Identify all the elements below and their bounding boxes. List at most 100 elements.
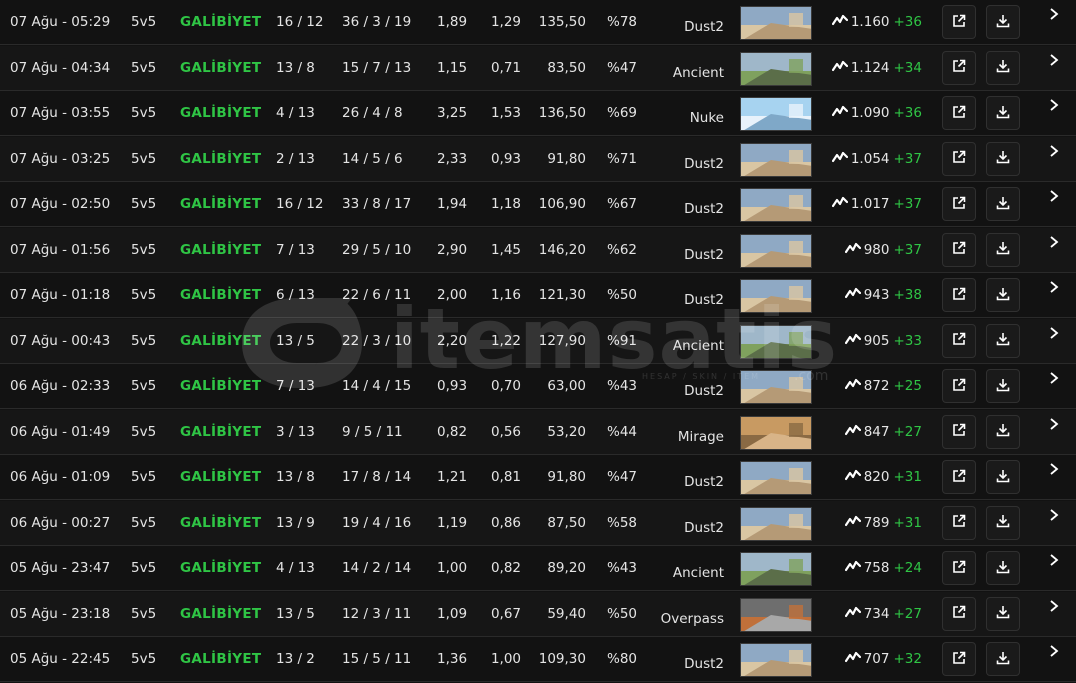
match-row[interactable]: 07 Ağu - 01:18 5v5 GALİBİYET 6 / 13 22 / 6 /… bbox=[0, 273, 1076, 318]
open-match-button[interactable] bbox=[942, 323, 976, 358]
match-damage: 127,90 bbox=[538, 332, 586, 349]
match-mode: 5v5 bbox=[131, 196, 157, 212]
map-thumbnail bbox=[740, 461, 812, 495]
match-row[interactable]: 05 Ağu - 23:47 5v5 GALİBİYET 4 / 13 14 / 2 /… bbox=[0, 546, 1076, 591]
open-match-button[interactable] bbox=[942, 5, 976, 39]
match-score: 13 / 8 bbox=[276, 469, 315, 485]
elo-value: 758 bbox=[863, 560, 890, 576]
match-kd-ratio: 1,00 bbox=[437, 560, 468, 576]
external-link-icon bbox=[952, 468, 966, 487]
match-row[interactable]: 07 Ağu - 02:50 5v5 GALİBİYET 16 / 12 33 / 8 … bbox=[0, 182, 1076, 227]
open-match-button[interactable] bbox=[942, 96, 976, 130]
download-demo-button[interactable] bbox=[986, 278, 1020, 312]
match-map-name: Dust2 bbox=[684, 292, 724, 308]
match-row[interactable]: 07 Ağu - 01:56 5v5 GALİBİYET 7 / 13 29 / 5 /… bbox=[0, 227, 1076, 273]
open-match-button[interactable] bbox=[942, 187, 976, 221]
download-demo-button[interactable] bbox=[986, 596, 1020, 631]
download-demo-button[interactable] bbox=[986, 551, 1020, 585]
match-kda: 29 / 5 / 10 bbox=[342, 241, 412, 258]
map-thumbnail bbox=[740, 415, 812, 450]
open-match-button[interactable] bbox=[942, 278, 976, 312]
match-kda: 14 / 2 / 14 bbox=[342, 560, 412, 576]
download-demo-button[interactable] bbox=[986, 642, 1020, 676]
download-demo-button[interactable] bbox=[986, 323, 1020, 358]
match-row[interactable]: 05 Ağu - 22:45 5v5 GALİBİYET 13 / 2 15 / 5 /… bbox=[0, 637, 1076, 682]
elo-cell: 1.054 +37 bbox=[820, 137, 922, 181]
open-match-button[interactable] bbox=[942, 642, 976, 676]
download-demo-button[interactable] bbox=[986, 505, 1020, 540]
download-demo-button[interactable] bbox=[986, 96, 1020, 130]
match-kda: 36 / 3 / 19 bbox=[342, 14, 412, 30]
download-demo-button[interactable] bbox=[986, 187, 1020, 221]
chevron-right-icon[interactable] bbox=[1046, 234, 1062, 250]
match-row[interactable]: 07 Ağu - 00:43 5v5 GALİBİYET 13 / 5 22 / 3 /… bbox=[0, 318, 1076, 364]
chevron-right-icon[interactable] bbox=[1046, 6, 1062, 22]
elo-change: +27 bbox=[893, 605, 923, 622]
match-kda: 14 / 5 / 6 bbox=[342, 150, 403, 167]
chevron-right-icon[interactable] bbox=[1046, 598, 1062, 614]
chevron-right-icon[interactable] bbox=[1046, 325, 1062, 341]
chevron-right-icon[interactable] bbox=[1046, 643, 1062, 659]
chevron-right-icon[interactable] bbox=[1046, 416, 1062, 432]
download-demo-button[interactable] bbox=[986, 414, 1020, 449]
chevron-right-icon[interactable] bbox=[1046, 279, 1062, 295]
match-kda: 17 / 8 / 14 bbox=[342, 469, 412, 485]
match-row[interactable]: 06 Ağu - 01:09 5v5 GALİBİYET 13 / 8 17 / 8 /… bbox=[0, 455, 1076, 500]
download-demo-button[interactable] bbox=[986, 369, 1020, 403]
match-row[interactable]: 06 Ağu - 01:49 5v5 GALİBİYET 3 / 13 9 / 5 / … bbox=[0, 409, 1076, 455]
open-match-button[interactable] bbox=[942, 369, 976, 403]
external-link-icon bbox=[952, 58, 966, 77]
elo-cell: 1.124 +34 bbox=[820, 46, 922, 90]
download-demo-button[interactable] bbox=[986, 141, 1020, 176]
open-match-button[interactable] bbox=[942, 460, 976, 494]
match-map-name: Dust2 bbox=[684, 474, 724, 490]
open-match-button[interactable] bbox=[942, 505, 976, 540]
match-row[interactable]: 07 Ağu - 03:55 5v5 GALİBİYET 4 / 13 26 / 4 /… bbox=[0, 91, 1076, 136]
open-match-button[interactable] bbox=[942, 141, 976, 176]
open-match-button[interactable] bbox=[942, 551, 976, 585]
chevron-right-icon[interactable] bbox=[1046, 143, 1062, 159]
match-row[interactable]: 06 Ağu - 00:27 5v5 GALİBİYET 13 / 9 19 / 4 /… bbox=[0, 500, 1076, 546]
match-damage: 146,20 bbox=[538, 241, 586, 258]
download-icon bbox=[996, 559, 1010, 578]
match-row[interactable]: 07 Ağu - 04:34 5v5 GALİBİYET 13 / 8 15 / 7 /… bbox=[0, 45, 1076, 91]
match-date: 07 Ağu - 00:43 bbox=[10, 332, 111, 349]
match-stat: 1,18 bbox=[490, 196, 521, 212]
open-match-button[interactable] bbox=[942, 50, 976, 85]
download-demo-button[interactable] bbox=[986, 460, 1020, 494]
open-match-button[interactable] bbox=[942, 414, 976, 449]
chevron-right-icon[interactable] bbox=[1046, 52, 1062, 68]
trend-line-icon bbox=[831, 137, 848, 181]
match-map-name: Ancient bbox=[672, 64, 724, 81]
match-row[interactable]: 06 Ağu - 02:33 5v5 GALİBİYET 7 / 13 14 / 4 /… bbox=[0, 364, 1076, 409]
match-result: GALİBİYET bbox=[180, 14, 262, 30]
download-icon bbox=[996, 104, 1010, 123]
match-kd-ratio: 2,33 bbox=[437, 150, 468, 167]
trend-line-icon bbox=[844, 546, 861, 590]
match-damage: 136,50 bbox=[538, 105, 586, 121]
match-row[interactable]: 07 Ağu - 03:25 5v5 GALİBİYET 2 / 13 14 / 5 /… bbox=[0, 136, 1076, 182]
elo-change: +36 bbox=[893, 105, 923, 121]
match-date: 07 Ağu - 04:34 bbox=[10, 59, 111, 76]
match-row[interactable]: 07 Ağu - 05:29 5v5 GALİBİYET 16 / 12 36 / 3 … bbox=[0, 0, 1076, 45]
chevron-right-icon[interactable] bbox=[1046, 507, 1062, 523]
chevron-right-icon[interactable] bbox=[1046, 188, 1062, 204]
chevron-right-icon[interactable] bbox=[1046, 461, 1062, 477]
chevron-right-icon[interactable] bbox=[1046, 370, 1062, 386]
map-thumbnail bbox=[740, 552, 812, 586]
download-demo-button[interactable] bbox=[986, 5, 1020, 39]
match-damage: 87,50 bbox=[547, 514, 586, 531]
chevron-right-icon[interactable] bbox=[1046, 97, 1062, 113]
match-stat: 1,00 bbox=[490, 651, 521, 667]
match-kd-ratio: 1,36 bbox=[437, 651, 468, 667]
open-match-button[interactable] bbox=[942, 232, 976, 267]
elo-change: +31 bbox=[893, 469, 923, 485]
download-demo-button[interactable] bbox=[986, 232, 1020, 267]
download-icon bbox=[996, 513, 1010, 532]
chevron-right-icon[interactable] bbox=[1046, 552, 1062, 568]
match-row[interactable]: 05 Ağu - 23:18 5v5 GALİBİYET 13 / 5 12 / 3 /… bbox=[0, 591, 1076, 637]
elo-value: 1.160 bbox=[850, 14, 890, 30]
elo-value: 905 bbox=[863, 332, 890, 349]
download-demo-button[interactable] bbox=[986, 50, 1020, 85]
open-match-button[interactable] bbox=[942, 596, 976, 631]
